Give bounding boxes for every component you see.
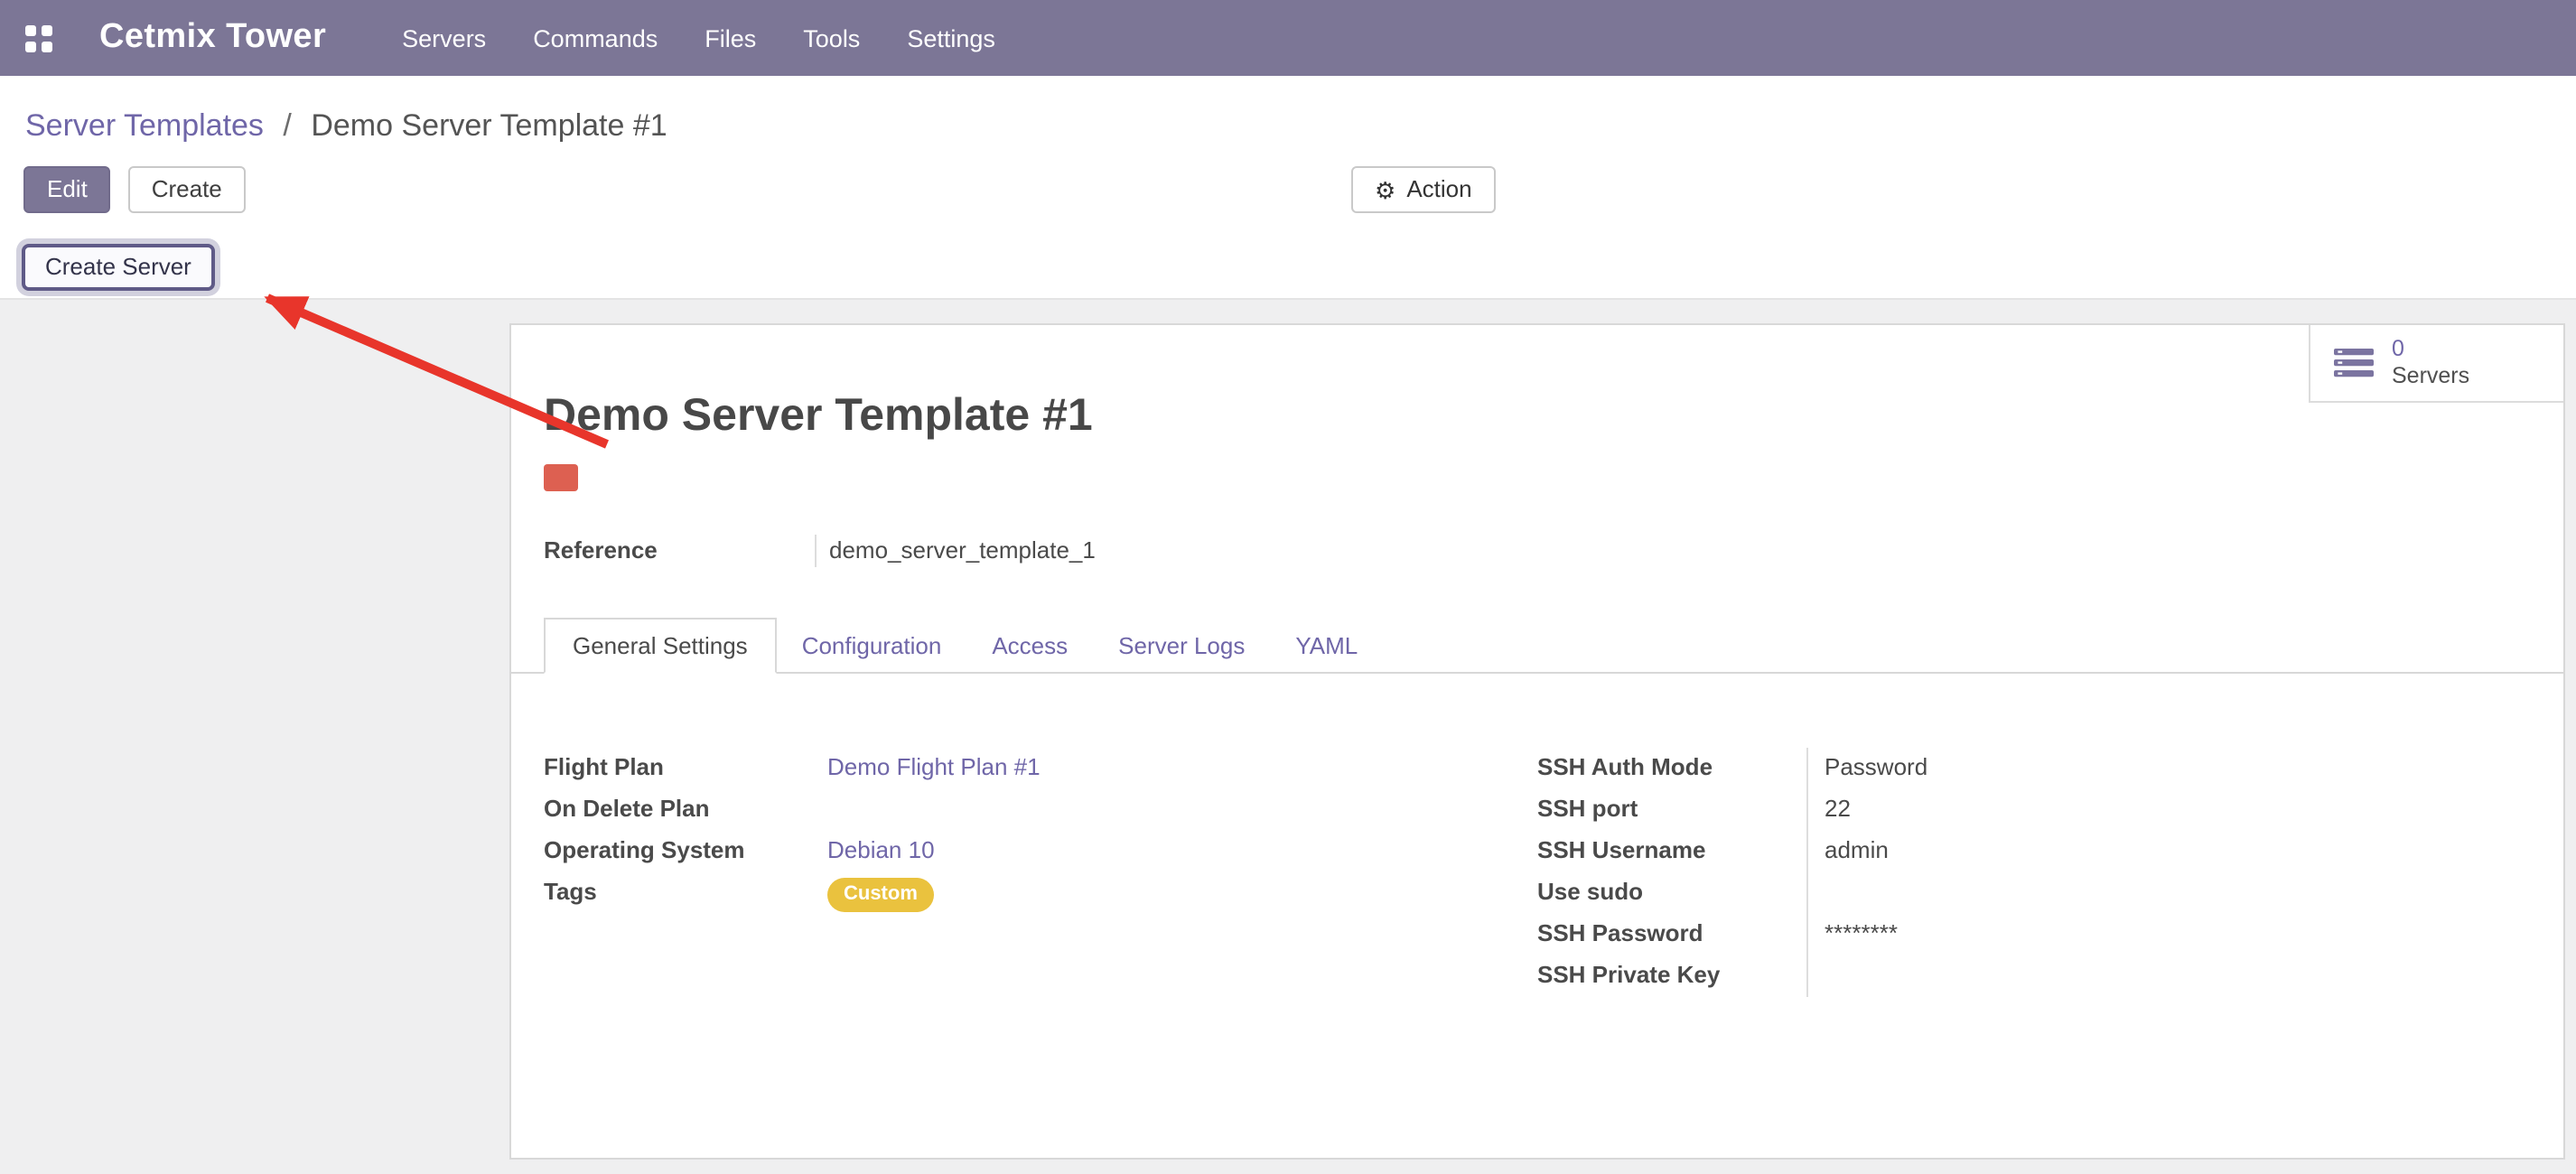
field-value-on-delete-plan [827,789,1537,831]
field-value-ssh-password: ******** [1806,914,2531,955]
control-panel-secondary: Create Server [22,244,2576,305]
field-label-tags: Tags [544,872,827,914]
reference-label: Reference [544,535,815,567]
field-label-ssh-port: SSH port [1537,789,1806,831]
field-value-ssh-username: admin [1806,831,2531,872]
nav-item-files[interactable]: Files [705,24,756,51]
record-title: Demo Server Template #1 [544,388,2563,443]
control-panel-buttons: Edit Create ⚙ Action [23,166,2576,213]
record-sheet: 0 Servers Demo Server Template #1 Refere… [509,323,2565,1160]
field-label-ssh-username: SSH Username [1537,831,1806,872]
field-label-ssh-auth-mode: SSH Auth Mode [1537,748,1806,789]
edit-button[interactable]: Edit [23,166,111,213]
nav-item-servers[interactable]: Servers [402,24,486,51]
action-menu-button[interactable]: ⚙ Action [1351,166,1496,213]
notebook-tabs: General Settings Configuration Access Se… [511,618,2563,674]
breadcrumb-current: Demo Server Template #1 [311,108,667,143]
tab-general-settings[interactable]: General Settings [544,618,777,674]
field-value-ssh-private-key [1806,955,2531,997]
gear-icon: ⚙ [1375,178,1395,201]
nav-item-commands[interactable]: Commands [533,24,658,51]
field-label-on-delete-plan: On Delete Plan [544,789,827,831]
field-label-operating-system: Operating System [544,831,827,872]
color-tag-swatch [544,464,578,491]
breadcrumb: Server Templates / Demo Server Template … [0,76,2576,144]
tab-configuration[interactable]: Configuration [777,620,967,672]
action-menu-label: Action [1406,175,1471,204]
brand-title[interactable]: Cetmix Tower [99,18,326,58]
tab-server-logs[interactable]: Server Logs [1093,620,1270,672]
field-value-ssh-port: 22 [1806,789,2531,831]
app-viewport: Cetmix Tower Servers Commands Files Tool… [0,0,2576,1174]
reference-value: demo_server_template_1 [815,535,1096,567]
create-server-button[interactable]: Create Server [22,244,215,291]
nav-item-settings[interactable]: Settings [907,24,995,51]
breadcrumb-parent-link[interactable]: Server Templates [25,108,264,143]
tab-yaml[interactable]: YAML [1270,620,1383,672]
field-label-ssh-password: SSH Password [1537,914,1806,955]
field-group-right: SSH Auth Mode Password SSH port 22 SSH U… [1537,748,2531,997]
field-label-ssh-private-key: SSH Private Key [1537,955,1806,997]
field-label-flight-plan: Flight Plan [544,748,827,789]
field-label-use-sudo: Use sudo [1537,872,1806,914]
field-groups: Flight Plan Demo Flight Plan #1 On Delet… [511,674,2563,997]
breadcrumb-separator: / [283,108,291,143]
field-value-operating-system-link[interactable]: Debian 10 [827,836,935,863]
servers-stat-button[interactable]: 0 Servers [2309,325,2563,403]
tag-badge-custom: Custom [827,878,934,912]
nav-item-tools[interactable]: Tools [803,24,860,51]
navbar-menu: Servers Commands Files Tools Settings [402,24,995,51]
field-value-ssh-auth-mode: Password [1806,748,2531,789]
tab-access[interactable]: Access [966,620,1093,672]
field-group-left: Flight Plan Demo Flight Plan #1 On Delet… [544,748,1537,997]
field-value-flight-plan-link[interactable]: Demo Flight Plan #1 [827,753,1041,780]
field-value-use-sudo [1806,872,2531,914]
servers-count: 0 [2392,336,2469,363]
servers-count-label: Servers [2392,363,2469,390]
servers-icon [2334,349,2374,377]
create-button[interactable]: Create [128,166,246,213]
reference-field: Reference demo_server_template_1 [544,535,2563,567]
apps-grid-icon[interactable] [25,24,52,51]
top-navbar: Cetmix Tower Servers Commands Files Tool… [0,0,2576,76]
